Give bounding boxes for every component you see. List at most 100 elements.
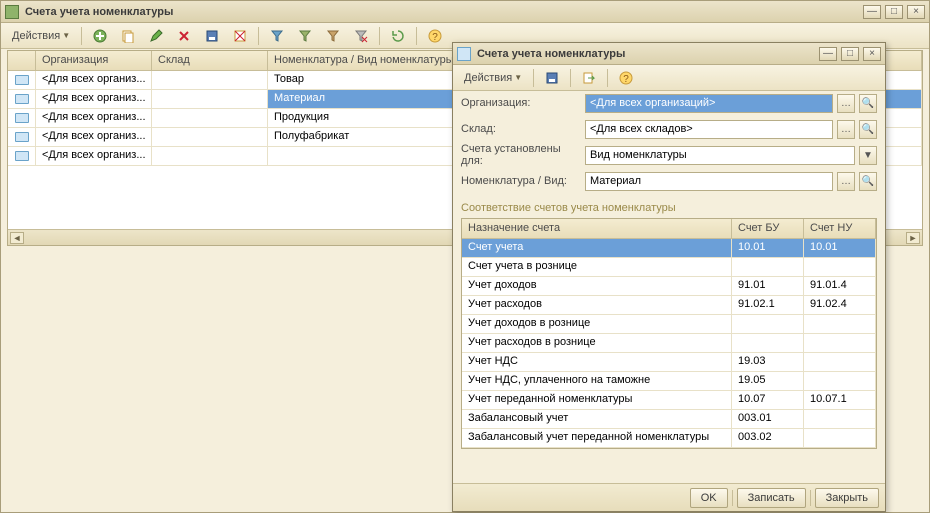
col-icon[interactable] [8,51,36,70]
nomen-input[interactable]: Материал [585,172,833,191]
funnel-icon [298,29,312,43]
cell-nu [804,315,876,333]
app-icon [5,5,19,19]
cell-nu [804,334,876,352]
org-input[interactable]: <Для всех организаций> [585,94,833,113]
dropdown-button[interactable]: ▼ [859,146,877,165]
setfor-select[interactable]: Вид номенклатуры [585,146,855,165]
filter2-button[interactable] [293,26,317,46]
table-row[interactable]: Счет учета в рознице [462,258,876,277]
separator [416,27,417,45]
filter-off-button[interactable] [349,26,373,46]
crossed-box-icon [233,29,247,43]
col-nu[interactable]: Счет НУ [804,219,876,238]
col-org[interactable]: Организация [36,51,152,70]
dlg-close-button[interactable]: × [863,47,881,61]
cell-nu: 10.07.1 [804,391,876,409]
dlg-maximize-button[interactable]: □ [841,47,859,61]
ok-button[interactable]: OK [690,488,728,508]
warehouse-input[interactable]: <Для всех складов> [585,120,833,139]
table-row[interactable]: Учет доходов91.0191.01.4 [462,277,876,296]
dlg-go-button[interactable] [577,68,601,88]
edit-button[interactable] [144,26,168,46]
table-row[interactable]: Учет расходов в рознице [462,334,876,353]
table-row[interactable]: Счет учета10.0110.01 [462,239,876,258]
section-title: Соответствие счетов учета номенклатуры [461,202,877,214]
copy-icon [121,29,135,43]
refresh-button[interactable] [386,26,410,46]
table-row[interactable]: Учет НДС, уплаченного на таможне19.05 [462,372,876,391]
accounts-header: Назначение счета Счет БУ Счет НУ [462,219,876,239]
lookup-button[interactable]: 🔍 [859,120,877,139]
svg-text:?: ? [432,32,438,43]
col-warehouse[interactable]: Склад [152,51,268,70]
cell-nu: 91.01.4 [804,277,876,295]
scroll-right-icon[interactable]: ► [906,232,920,244]
x-icon [177,29,191,43]
dialog-window: Счета учета номенклатуры — □ × Действия … [452,42,886,512]
dlg-minimize-button[interactable]: — [819,47,837,61]
more-button[interactable]: … [837,120,855,139]
close-button[interactable]: × [907,5,925,19]
dlg-help-button[interactable]: ? [614,68,638,88]
cell-purpose: Учет НДС [462,353,732,371]
cell-warehouse [152,90,268,108]
dialog-footer: OK Записать Закрыть [453,483,885,511]
floppy-icon [545,71,559,85]
actions-menu[interactable]: Действия ▼ [7,26,75,46]
col-bu[interactable]: Счет БУ [732,219,804,238]
cell-warehouse [152,147,268,165]
dialog-title: Счета учета номенклатуры [477,48,813,60]
cell-purpose: Учет доходов [462,277,732,295]
org-label: Организация: [461,97,581,109]
filter1-button[interactable] [265,26,289,46]
save-button[interactable] [200,26,224,46]
col-purpose[interactable]: Назначение счета [462,219,732,238]
more-button[interactable]: … [837,172,855,191]
refresh-icon [391,29,405,43]
table-row[interactable]: Забалансовый учет003.01 [462,410,876,429]
magnifier-icon: 🔍 [862,124,874,135]
table-row[interactable]: Учет доходов в рознице [462,315,876,334]
row-icon [8,128,36,146]
table-row[interactable]: Учет НДС19.03 [462,353,876,372]
lookup-button[interactable]: 🔍 [859,94,877,113]
write-button[interactable]: Записать [737,488,806,508]
lookup-button[interactable]: 🔍 [859,172,877,191]
help-button[interactable]: ? [423,26,447,46]
accounts-body: Счет учета10.0110.01Счет учета в рознице… [462,239,876,448]
cell-nu [804,353,876,371]
minimize-button[interactable]: — [863,5,881,19]
cell-bu: 10.07 [732,391,804,409]
floppy-icon [205,29,219,43]
nomen-label: Номенклатура / Вид: [461,175,581,187]
plus-icon [93,29,107,43]
filter3-button[interactable] [321,26,345,46]
table-row[interactable]: Учет расходов91.02.191.02.4 [462,296,876,315]
table-row[interactable]: Забалансовый учет переданной номенклатур… [462,429,876,448]
cell-purpose: Учет переданной номенклатуры [462,391,732,409]
dlg-save-button[interactable] [540,68,564,88]
dialog-toolbar: Действия ▼ ? [453,65,885,91]
delete-button[interactable] [172,26,196,46]
cell-purpose: Счет учета в рознице [462,258,732,276]
cell-purpose: Забалансовый учет [462,410,732,428]
cell-org: <Для всех организ... [36,109,152,127]
cell-bu: 19.05 [732,372,804,390]
cell-purpose: Учет расходов [462,296,732,314]
scroll-left-icon[interactable]: ◄ [10,232,24,244]
close-dlg-button[interactable]: Закрыть [815,488,879,508]
pencil-icon [149,29,163,43]
cell-bu: 003.01 [732,410,804,428]
copy-button[interactable] [116,26,140,46]
cell-warehouse [152,71,268,89]
funnel-x-icon [354,29,368,43]
dlg-actions-menu[interactable]: Действия ▼ [459,68,527,88]
cell-bu: 003.02 [732,429,804,447]
funnel-icon [270,29,284,43]
mark-button[interactable] [228,26,252,46]
more-button[interactable]: … [837,94,855,113]
maximize-button[interactable]: □ [885,5,903,19]
table-row[interactable]: Учет переданной номенклатуры10.0710.07.1 [462,391,876,410]
add-button[interactable] [88,26,112,46]
